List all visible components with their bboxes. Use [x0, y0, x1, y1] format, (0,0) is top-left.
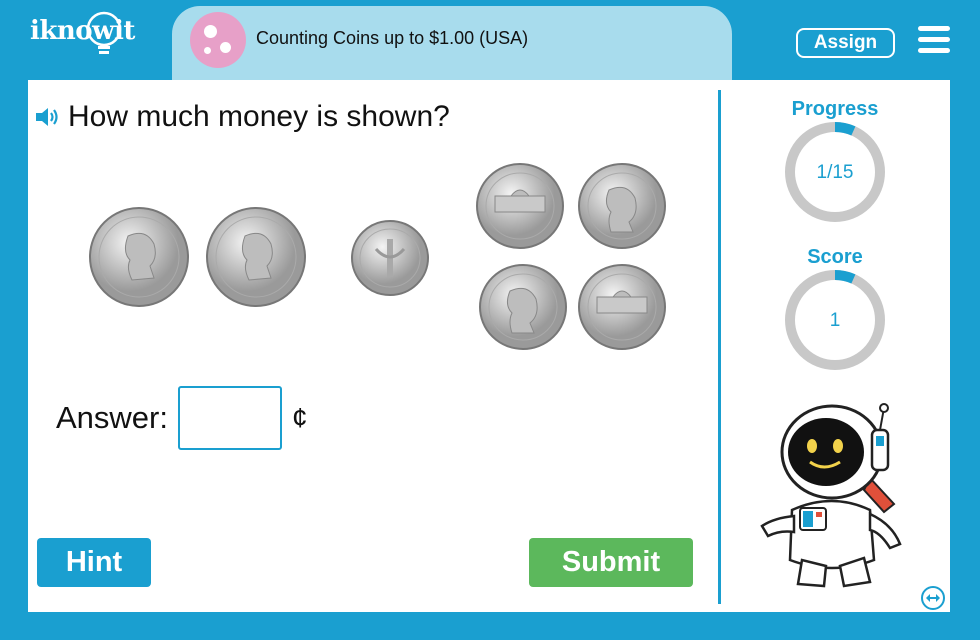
- astronaut-mascot-image: [760, 403, 902, 588]
- quarter-coin-image: [206, 207, 306, 307]
- answer-label: Answer:: [56, 400, 168, 435]
- question-text: How much money is shown?: [68, 100, 450, 133]
- panel-divider: [718, 90, 721, 604]
- header: iknowit Counting Coins up to $1.00 (USA)…: [0, 0, 980, 80]
- nickel-coin-image: [578, 264, 666, 350]
- logo[interactable]: iknowit: [30, 16, 135, 46]
- quarter-coin-image: [89, 207, 189, 307]
- topic-title: Counting Coins up to $1.00 (USA): [256, 28, 529, 48]
- nickel-coin-image: [476, 163, 564, 249]
- nickel-coin-image: [578, 163, 666, 249]
- submit-button[interactable]: Submit: [529, 538, 693, 587]
- cent-symbol: ¢: [291, 402, 308, 433]
- dime-coin-image: [351, 220, 429, 296]
- progress-title: Progress: [791, 98, 879, 120]
- topic-icon: [190, 12, 246, 68]
- hint-button[interactable]: Hint: [37, 538, 151, 587]
- progress-value: 1/15: [816, 162, 854, 183]
- topic-banner: Counting Coins up to $1.00 (USA): [172, 6, 732, 80]
- nickel-coin-image: [479, 264, 567, 350]
- score-value: 1: [829, 310, 841, 331]
- speaker-icon[interactable]: [34, 106, 62, 128]
- hamburger-menu-icon[interactable]: [918, 26, 950, 54]
- answer-input[interactable]: [177, 386, 282, 450]
- score-title: Score: [807, 246, 863, 268]
- assign-button[interactable]: Assign: [796, 28, 895, 58]
- expand-icon[interactable]: [921, 586, 945, 610]
- answer-row: Answer: ¢: [56, 386, 308, 450]
- question: How much money is shown?: [34, 100, 450, 134]
